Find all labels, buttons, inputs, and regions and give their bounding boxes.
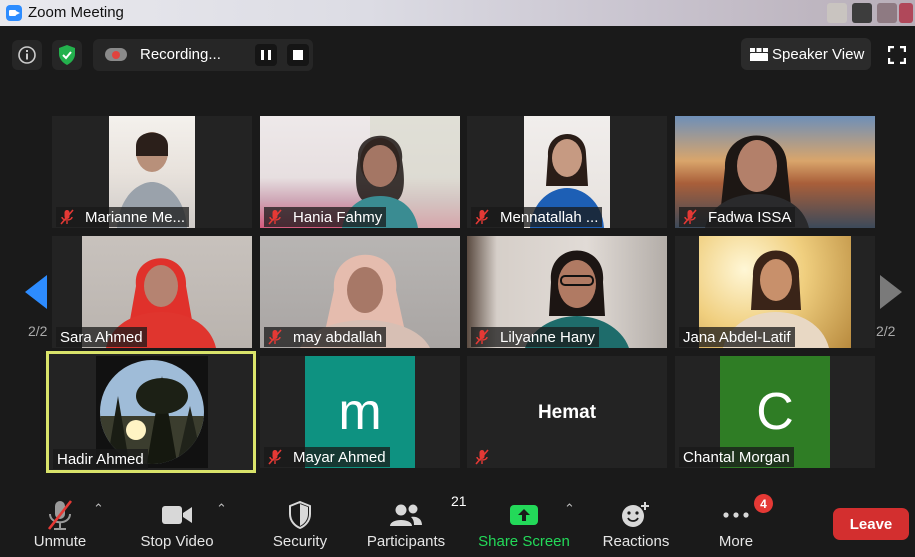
zoom-logo-icon [6, 5, 22, 21]
participant-nameplate: Lilyanne Hany [471, 327, 600, 347]
taskbar-thumbnail [899, 3, 913, 23]
avatar-letter: m [338, 383, 382, 441]
participant-tile[interactable]: Hania Fahmy [260, 116, 460, 228]
speaker-view-icon [750, 47, 768, 61]
more-notification-badge: 4 [754, 494, 773, 513]
muted-mic-icon [268, 449, 282, 465]
video-options-caret[interactable]: ⌃ [216, 501, 227, 517]
share-screen-label: Share Screen [478, 533, 570, 550]
participant-name: Marianne Me... [85, 208, 186, 226]
participant-nameplate [471, 447, 500, 467]
meeting-toolbar: Unmute ⌃ Stop Video ⌃ Security 21 Partic… [0, 487, 915, 557]
participant-tile[interactable]: may abdallah [260, 236, 460, 348]
participant-nameplate: Sara Ahmed [56, 327, 147, 347]
muted-mic-icon [475, 209, 489, 225]
participant-nameplate: Mayar Ahmed [264, 447, 390, 467]
security-status-button[interactable] [52, 40, 82, 70]
participant-name: Chantal Morgan [683, 448, 790, 466]
participants-button[interactable]: 21 Participants [362, 487, 467, 557]
share-options-caret[interactable]: ⌃ [564, 501, 575, 517]
muted-mic-icon [683, 209, 697, 225]
leave-button[interactable]: Leave [833, 508, 909, 540]
muted-mic-icon [475, 449, 489, 465]
pause-icon [261, 50, 271, 60]
pause-recording-button[interactable] [255, 44, 277, 66]
more-label: More [718, 533, 754, 550]
window-title: Zoom Meeting [28, 4, 124, 21]
participant-nameplate: may abdallah [264, 327, 387, 347]
unmute-label: Unmute [33, 533, 87, 550]
participant-tile[interactable]: Jana Abdel-Latif [675, 236, 875, 348]
participant-tile[interactable]: Mennatallah ... [467, 116, 667, 228]
participant-nameplate: Mennatallah ... [471, 207, 603, 227]
info-icon [18, 46, 36, 64]
stop-video-label: Stop Video [140, 533, 214, 550]
speaker-view-label: Speaker View [772, 45, 865, 63]
page-indicator-left: 2/2 [28, 323, 48, 339]
share-screen-button[interactable]: Share Screen [474, 487, 574, 557]
stop-icon [293, 50, 303, 60]
participants-label: Participants [366, 533, 446, 550]
audio-options-caret[interactable]: ⌃ [93, 501, 104, 517]
participant-name: may abdallah [293, 328, 383, 346]
participants-count: 21 [451, 493, 467, 509]
stop-recording-button[interactable] [287, 44, 309, 66]
participant-name: Lilyanne Hany [500, 328, 596, 346]
participant-nameplate: Jana Abdel-Latif [679, 327, 795, 347]
participant-tile[interactable]: m Mayar Ahmed [260, 356, 460, 468]
taskbar-thumbnail [852, 3, 872, 23]
shield-check-icon [59, 45, 75, 65]
recording-indicator: Recording... [93, 39, 313, 71]
window-titlebar: Zoom Meeting [0, 0, 915, 26]
participant-name: Mennatallah ... [500, 208, 599, 226]
participant-name: Mayar Ahmed [293, 448, 386, 466]
participant-nameplate: Chantal Morgan [679, 447, 794, 467]
muted-mic-icon [60, 209, 74, 225]
more-dots-icon [723, 512, 749, 518]
shield-icon [289, 501, 311, 529]
participant-name: Hadir Ahmed [57, 450, 144, 468]
participant-nameplate: Hadir Ahmed [53, 449, 148, 469]
muted-mic-icon [268, 329, 282, 345]
info-button[interactable] [12, 40, 42, 70]
participant-tile-active-speaker[interactable]: Hadir Ahmed [46, 351, 256, 473]
participant-name: Sara Ahmed [60, 328, 143, 346]
taskbar-thumbnail [877, 3, 897, 23]
participant-name: Hania Fahmy [293, 208, 383, 226]
security-label: Security [272, 533, 328, 550]
smiley-add-icon [622, 502, 649, 527]
recording-label: Recording... [140, 46, 221, 63]
participant-name: Fadwa ISSA [708, 208, 792, 226]
participants-icon [390, 504, 422, 526]
muted-mic-icon [475, 329, 489, 345]
muted-microphone-icon [47, 500, 73, 530]
security-button[interactable]: Security [264, 487, 336, 557]
participant-tile[interactable]: Hemat [467, 356, 667, 468]
unmute-button[interactable]: Unmute [24, 487, 96, 557]
participant-nameplate: Marianne Me... [56, 207, 190, 227]
participant-tile[interactable]: Marianne Me... [52, 116, 252, 228]
reactions-button[interactable]: Reactions [598, 487, 674, 557]
cloud-record-icon [105, 48, 127, 61]
taskbar-thumbnail [827, 3, 847, 23]
participant-tile[interactable]: Fadwa ISSA [675, 116, 875, 228]
next-page-arrow[interactable] [880, 275, 902, 309]
participant-name: Jana Abdel-Latif [683, 328, 791, 346]
participant-nameplate: Fadwa ISSA [679, 207, 796, 227]
avatar-letter: C [756, 383, 794, 441]
muted-mic-icon [268, 209, 282, 225]
reactions-label: Reactions [602, 533, 670, 550]
stop-video-button[interactable]: Stop Video [132, 487, 222, 557]
page-indicator-right: 2/2 [876, 323, 896, 339]
video-camera-icon [162, 506, 192, 524]
participant-tile[interactable]: Sara Ahmed [52, 236, 252, 348]
previous-page-arrow[interactable] [25, 275, 47, 309]
fullscreen-button[interactable] [888, 46, 906, 64]
speaker-view-button[interactable]: Speaker View [741, 38, 871, 70]
participant-nameplate: Hania Fahmy [264, 207, 387, 227]
participant-name-display: Hemat [537, 402, 597, 423]
share-screen-icon [510, 505, 538, 525]
participant-tile[interactable]: C Chantal Morgan [675, 356, 875, 468]
participant-tile[interactable]: Lilyanne Hany [467, 236, 667, 348]
